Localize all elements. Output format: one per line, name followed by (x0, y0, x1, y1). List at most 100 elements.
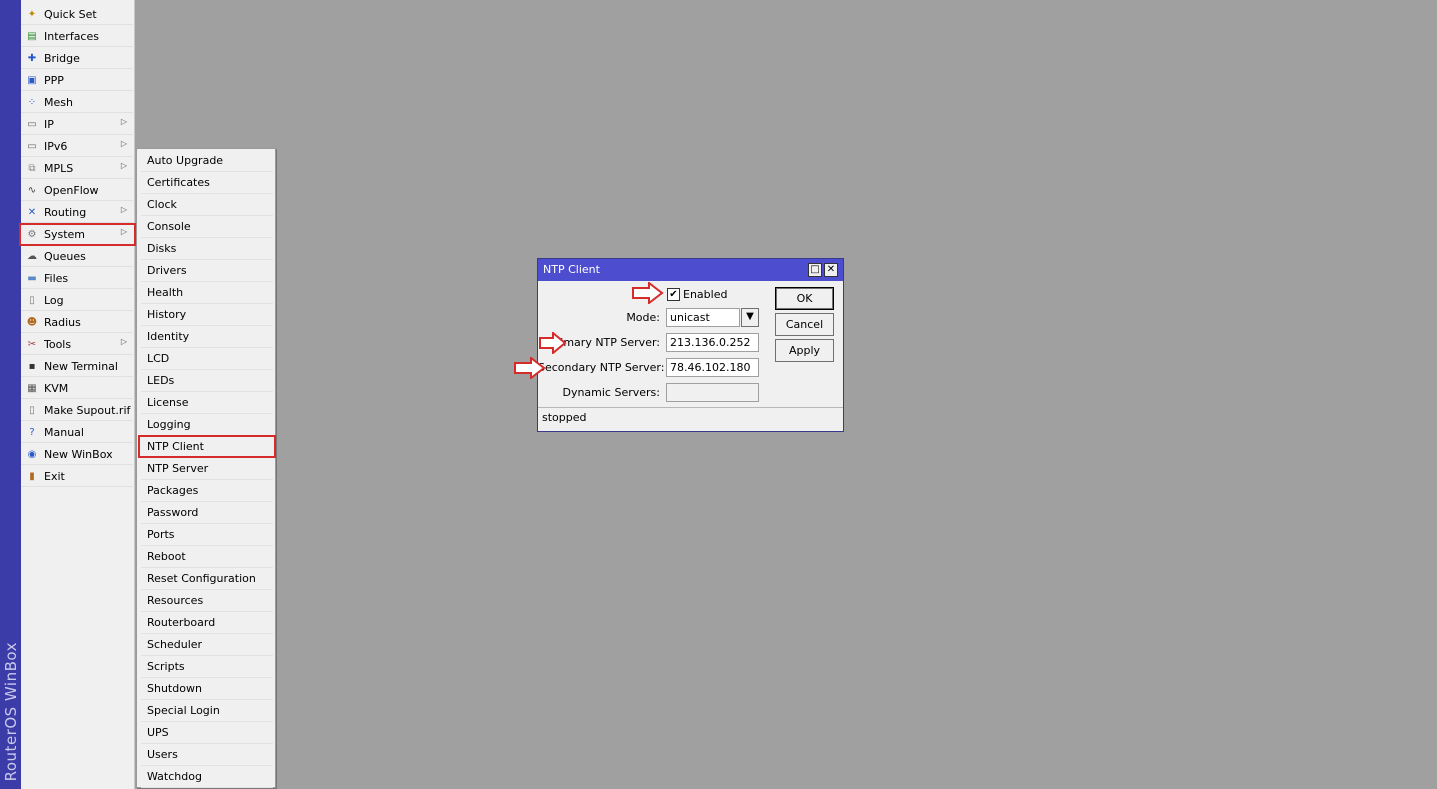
menu-item-make-supout-rif[interactable]: ▯ Make Supout.rif (21, 400, 133, 421)
status-bar: stopped (538, 407, 843, 431)
menu-item-openflow[interactable]: ∿ OpenFlow (21, 180, 133, 201)
submenu-item-license[interactable]: License (141, 392, 273, 414)
menu-item-ppp[interactable]: ▣ PPP (21, 70, 133, 91)
gear-icon: ⚙ (27, 228, 37, 240)
menu-item-mpls[interactable]: ⧉ MPLS ▷ (21, 158, 133, 179)
submenu-item-leds[interactable]: LEDs (141, 370, 273, 392)
menu-item-mesh[interactable]: ⁘ Mesh (21, 92, 133, 113)
dialog-title-bar[interactable]: NTP Client (538, 259, 843, 281)
submenu-item-shutdown[interactable]: Shutdown (141, 678, 273, 700)
menu-item-manual[interactable]: ? Manual (21, 422, 133, 443)
menu-item-label: New WinBox (44, 447, 113, 461)
ok-button[interactable]: OK (775, 287, 834, 310)
ppp-icon: ▣ (27, 74, 37, 86)
folder-icon: ▬ (27, 272, 37, 284)
submenu-item-users[interactable]: Users (141, 744, 273, 766)
submenu-arrow-icon: ▷ (120, 227, 127, 236)
secondary-ntp-input[interactable]: 78.46.102.180 (666, 358, 759, 377)
menu-item-label: Make Supout.rif (44, 403, 131, 417)
menu-item-label: Files (44, 271, 69, 285)
submenu-item-lcd[interactable]: LCD (141, 348, 273, 370)
submenu-item-auto-upgrade[interactable]: Auto Upgrade (141, 150, 273, 172)
secondary-ntp-label: Secondary NTP Server: (538, 361, 665, 374)
submenu-item-ports[interactable]: Ports (141, 524, 273, 546)
submenu-item-clock[interactable]: Clock (141, 194, 273, 216)
dialog-title: NTP Client (543, 263, 600, 276)
routing-icon: ✕ (27, 206, 37, 218)
mode-dropdown-button[interactable]: ▼ (741, 308, 759, 327)
menu-item-files[interactable]: ▬ Files (21, 268, 133, 289)
menu-item-tools[interactable]: ✂ Tools ▷ (21, 334, 133, 355)
menu-item-system[interactable]: ⚙ System ▷ (21, 224, 133, 245)
menu-item-label: Routing (44, 205, 87, 219)
menu-item-label: IP (44, 117, 54, 131)
submenu-item-reboot[interactable]: Reboot (141, 546, 273, 568)
submenu-item-health[interactable]: Health (141, 282, 273, 304)
submenu-item-routerboard[interactable]: Routerboard (141, 612, 273, 634)
submenu-item-ntp-client[interactable]: NTP Client (141, 436, 273, 458)
menu-item-label: Exit (44, 469, 65, 483)
menu-item-label: PPP (44, 73, 64, 87)
submenu-item-console[interactable]: Console (141, 216, 273, 238)
submenu-item-ups[interactable]: UPS (141, 722, 273, 744)
menu-item-exit[interactable]: ▮ Exit (21, 466, 133, 487)
users-icon: ☻ (26, 316, 38, 328)
submenu-arrow-icon: ▷ (120, 139, 127, 148)
menu-item-label: OpenFlow (44, 183, 99, 197)
submenu-item-packages[interactable]: Packages (141, 480, 273, 502)
menu-item-routing[interactable]: ✕ Routing ▷ (21, 202, 133, 223)
enabled-checkbox[interactable]: ✔ (667, 288, 680, 301)
submenu-item-resources[interactable]: Resources (141, 590, 273, 612)
menu-item-ip[interactable]: ▭ IP ▷ (21, 114, 133, 135)
interfaces-icon: ▤ (27, 30, 37, 42)
menu-item-radius[interactable]: ☻ Radius (21, 312, 133, 333)
submenu-item-history[interactable]: History (141, 304, 273, 326)
secondary-ntp-value: 78.46.102.180 (670, 361, 751, 374)
submenu-item-scripts[interactable]: Scripts (141, 656, 273, 678)
submenu-item-certificates[interactable]: Certificates (141, 172, 273, 194)
submenu-item-special-login[interactable]: Special Login (141, 700, 273, 722)
submenu-item-drivers[interactable]: Drivers (141, 260, 273, 282)
submenu-item-reset-configuration[interactable]: Reset Configuration (141, 568, 273, 590)
mpls-icon: ⧉ (28, 162, 36, 174)
primary-ntp-input[interactable]: 213.136.0.252 (666, 333, 759, 352)
menu-item-interfaces[interactable]: ▤ Interfaces (21, 26, 133, 47)
mode-value: unicast (670, 311, 710, 324)
check-icon: ✔ (669, 289, 678, 300)
menu-item-new-terminal[interactable]: ▪ New Terminal (21, 356, 133, 377)
submenu-arrow-icon: ▷ (120, 161, 127, 170)
menu-item-bridge[interactable]: ✚ Bridge (21, 48, 133, 69)
menu-item-label: Mesh (44, 95, 73, 109)
submenu-item-password[interactable]: Password (141, 502, 273, 524)
mode-select[interactable]: unicast (666, 308, 740, 327)
brand-strip: RouterOS WinBox (0, 0, 21, 789)
primary-ntp-value: 213.136.0.252 (670, 336, 751, 349)
menu-item-label: IPv6 (44, 139, 68, 153)
menu-item-kvm[interactable]: ▦ KVM (21, 378, 133, 399)
submenu-item-disks[interactable]: Disks (141, 238, 273, 260)
kvm-icon: ▦ (27, 382, 37, 394)
menu-item-log[interactable]: ▯ Log (21, 290, 133, 311)
tools-icon: ✂ (27, 338, 37, 350)
submenu-item-watchdog[interactable]: Watchdog (141, 766, 273, 788)
menu-item-label: MPLS (44, 161, 74, 175)
mesh-icon: ⁘ (27, 96, 37, 108)
winbox-icon: ◉ (27, 448, 37, 460)
cancel-button[interactable]: Cancel (775, 313, 834, 336)
mode-label: Mode: (626, 311, 660, 324)
menu-item-queues[interactable]: ☁ Queues (21, 246, 133, 267)
menu-item-new-winbox[interactable]: ◉ New WinBox (21, 444, 133, 465)
brand-label: RouterOS WinBox (2, 641, 20, 781)
submenu-item-identity[interactable]: Identity (141, 326, 273, 348)
dynamic-servers-field (666, 383, 759, 402)
maximize-icon[interactable]: □ (808, 263, 822, 277)
ip-icon: ▭ (27, 118, 37, 130)
close-icon[interactable]: ✕ (824, 263, 838, 277)
submenu-item-scheduler[interactable]: Scheduler (141, 634, 273, 656)
submenu-item-ntp-server[interactable]: NTP Server (141, 458, 273, 480)
apply-button[interactable]: Apply (775, 339, 834, 362)
submenu-item-logging[interactable]: Logging (141, 414, 273, 436)
menu-item-quick-set[interactable]: ✦ Quick Set (21, 4, 133, 25)
menu-item-ipv6[interactable]: ▭ IPv6 ▷ (21, 136, 133, 157)
menu-item-label: KVM (44, 381, 69, 395)
